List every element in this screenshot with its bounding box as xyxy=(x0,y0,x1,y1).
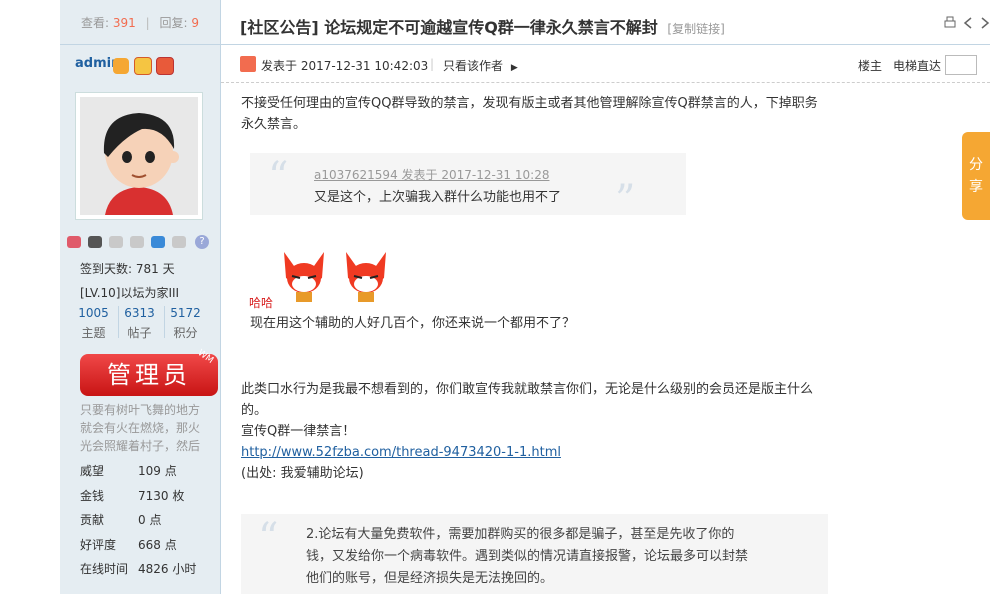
thread-title-text: [社区公告] 论坛规定不可逾越宣传Q群一律永久禁言不解封 xyxy=(240,18,658,37)
gem-icon xyxy=(172,236,186,248)
quote-close-icon: ” xyxy=(615,177,636,223)
quote-author-link[interactable]: a1037621594 发表于 2017-12-31 10:28 xyxy=(314,166,549,183)
gem-icon xyxy=(67,236,81,248)
share-button[interactable]: 分享 xyxy=(962,132,990,220)
gem-icon xyxy=(109,236,123,248)
title-divider xyxy=(221,44,990,45)
points-label: 积分 xyxy=(173,326,198,340)
share-label: 分享 xyxy=(969,157,983,195)
views-label: 查看: xyxy=(81,16,110,30)
post-time: 发表于 2017-12-31 10:42:03 xyxy=(261,59,429,73)
meta-divider xyxy=(221,82,990,83)
detail-label: 威望 xyxy=(80,464,105,478)
detail-label: 贡献 xyxy=(80,513,105,527)
detail-label: 金钱 xyxy=(80,489,105,503)
topics-label: 主题 xyxy=(81,326,106,340)
prev-icon[interactable] xyxy=(962,16,976,30)
detail-value: 668 点 xyxy=(138,538,177,552)
cartoon-avatar-icon xyxy=(80,97,198,215)
medal-icon xyxy=(113,58,129,74)
column-divider xyxy=(220,0,221,594)
stats-separator: | xyxy=(145,16,150,30)
replies-label: 回复: xyxy=(159,16,188,30)
triangle-right-icon: ▶ xyxy=(510,63,518,73)
post-paragraph: 宣传Q群一律禁言！ xyxy=(241,424,356,439)
detail-value: 0 点 xyxy=(138,513,162,527)
detail-value: 4826 小时 xyxy=(138,562,197,576)
avatar-image xyxy=(80,97,198,215)
jump-input[interactable] xyxy=(945,55,977,75)
user-level[interactable]: [LV.10]以坛为家III xyxy=(80,284,179,301)
avatar[interactable] xyxy=(75,92,203,220)
emoji-label: 哈哈 xyxy=(249,296,274,310)
crown-medal-icon xyxy=(134,57,152,75)
jump-label: 电梯直达 xyxy=(893,59,942,73)
posts-count[interactable]: 6313 xyxy=(117,306,162,320)
post-intro: 不接受任何理由的宣传QQ群导致的禁言，发现有版主或者其他管理解除宣传Q群禁言的人… xyxy=(241,96,818,132)
print-icon[interactable] xyxy=(943,16,957,30)
views-count: 391 xyxy=(112,16,136,30)
quote-text: 2.论坛有大量免费软件，需要加群购买的很多都是骗子，甚至是先收了你的钱，又发给你… xyxy=(306,527,749,586)
detail-value: 7130 枚 xyxy=(138,489,185,503)
detail-label: 在线时间 xyxy=(80,562,129,576)
author-bio: 只要有树叶飞舞的地方就会有火在燃烧，那火光会照耀着村子，然后 xyxy=(80,403,201,453)
detail-label: 好评度 xyxy=(80,538,117,552)
admin-badge: 管理员 WM xyxy=(80,348,218,396)
post-author-icon xyxy=(240,56,256,72)
post-paragraph: 此类口水行为是我最不想看到的，你们敢宣传我就敢禁言你们，无论是什么级别的会员还是… xyxy=(241,382,814,418)
emoji-fox-icon xyxy=(346,252,386,302)
only-author-label: 只看该作者 xyxy=(443,59,504,73)
points-count[interactable]: 5172 xyxy=(163,306,208,320)
gem-icon xyxy=(88,236,102,248)
signin-days: 签到天数: 781 天 xyxy=(80,262,175,276)
posts-label: 帖子 xyxy=(127,326,152,340)
gem-icon xyxy=(130,236,144,248)
floor-label: 楼主 xyxy=(858,59,883,73)
next-icon[interactable] xyxy=(978,16,990,30)
quote-open-icon: “ xyxy=(258,515,279,561)
copy-link-button[interactable]: [复制链接] xyxy=(667,22,724,36)
meta-separator: | xyxy=(430,57,435,71)
thread-stats: 查看: 391 | 回复: 9 xyxy=(60,0,220,45)
replies-count: 9 xyxy=(191,16,199,30)
reply-text: 现在用这个辅助的人好几百个，你还来说一个都用不了？ xyxy=(250,316,576,331)
help-icon[interactable]: ? xyxy=(195,235,209,249)
quote-open-icon: “ xyxy=(268,154,289,200)
admin-badge-label: 管理员 xyxy=(107,361,191,389)
post-source: (出处: 我爱辅助论坛) xyxy=(241,466,364,481)
topics-count[interactable]: 1005 xyxy=(71,306,116,320)
thread-link[interactable]: http://www.52fzba.com/thread-9473420-1-1… xyxy=(241,442,561,463)
gem-icon xyxy=(151,236,165,248)
detail-value: 109 点 xyxy=(138,464,177,478)
thread-title: [社区公告] 论坛规定不可逾越宣传Q群一律永久禁言不解封 [复制链接] xyxy=(240,14,725,38)
only-author-link[interactable]: 只看该作者 ▶ xyxy=(443,57,518,74)
emoji-fox-icon xyxy=(284,252,324,302)
shield-medal-icon xyxy=(156,57,174,75)
quote-text: 又是这个，上次骗我入群什么功能也用不了 xyxy=(314,190,562,205)
